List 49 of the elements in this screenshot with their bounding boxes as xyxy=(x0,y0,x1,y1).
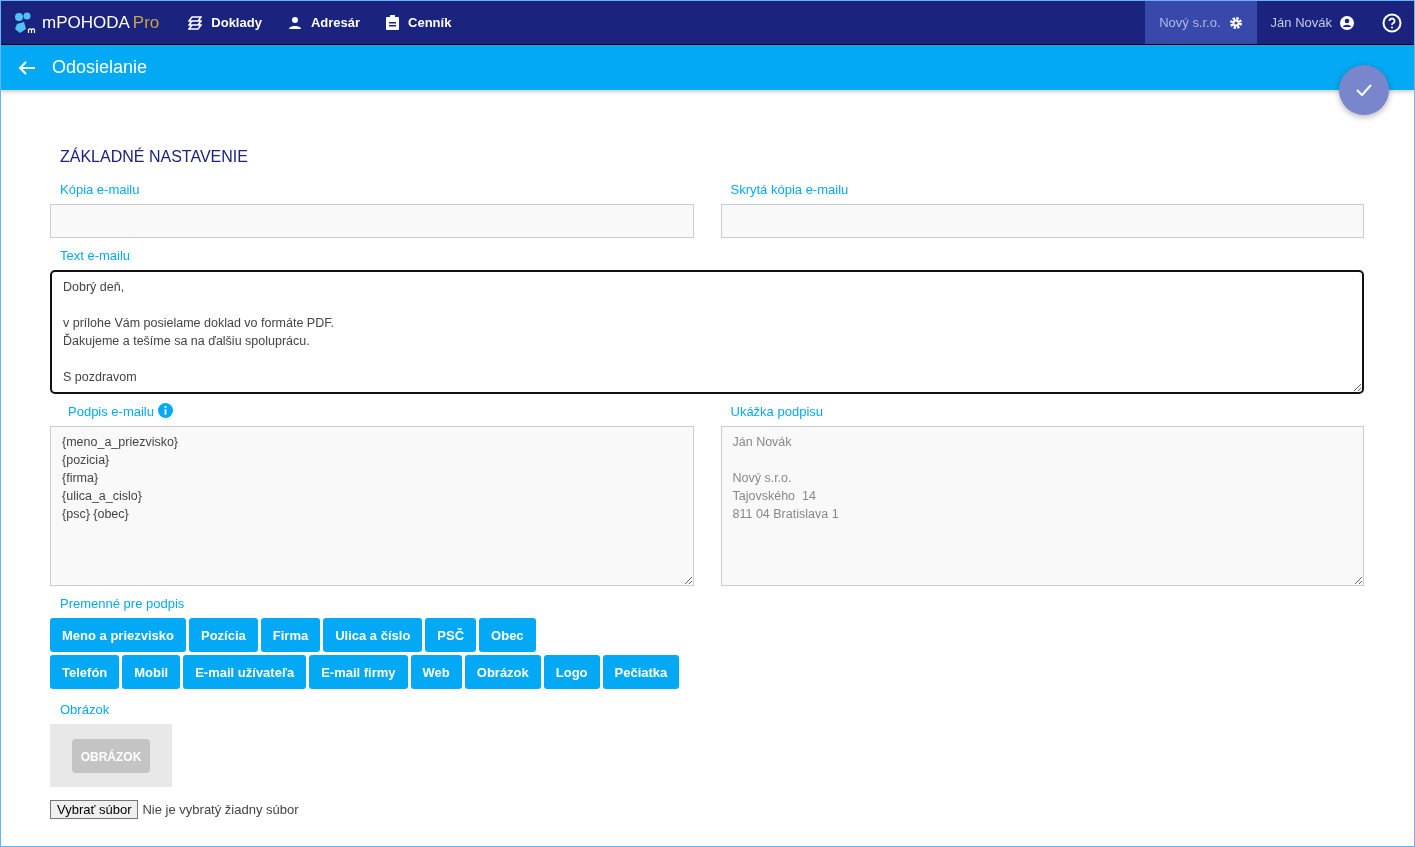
user-button[interactable]: Ján Novák xyxy=(1256,15,1368,30)
stacked-layers-icon xyxy=(188,15,203,30)
checkmark-icon xyxy=(1355,83,1373,97)
logo-icon xyxy=(14,11,36,34)
help-icon[interactable] xyxy=(1382,12,1402,33)
back-arrow-icon[interactable] xyxy=(18,59,36,76)
settings-icon xyxy=(1228,15,1243,30)
field-label: Skrytá kópia e-mailu xyxy=(730,182,849,197)
person-icon xyxy=(287,15,302,30)
email-text-area[interactable]: Dobrý deň, v prílohe Vám posielame doklad vo formáte PDF. Ďakujeme a tešíme sa na ďalšiu spoluprácu. S pozdravom xyxy=(50,270,1364,394)
signature-preview-area[interactable]: Ján Novák Nový s.r.o. Tajovského 14 811 04 Bratislava 1 xyxy=(720,426,1364,586)
app-name: mPOHODA xyxy=(42,12,130,33)
field-label: Text e-mailu xyxy=(60,248,131,263)
app-edition: Pro xyxy=(132,12,160,33)
choose-file-button[interactable]: Vybrať súbor xyxy=(50,800,139,819)
confirm-button[interactable] xyxy=(1339,65,1389,115)
variable-button[interactable]: Firma xyxy=(260,618,321,652)
file-status: Nie je vybratý žiadny súbor xyxy=(142,802,299,817)
placeholder-text: OBRÁZOK xyxy=(80,749,142,764)
account-icon xyxy=(1340,15,1354,30)
clipboard-icon xyxy=(386,15,400,30)
variable-button[interactable]: Obec xyxy=(479,618,536,652)
field-label: Podpis e-mailu xyxy=(68,404,154,419)
variable-button[interactable]: Telefón xyxy=(50,655,120,689)
variable-button[interactable]: Pozícia xyxy=(189,618,258,652)
field-label: Kópia e-mailu xyxy=(60,182,140,197)
field-label: Obrázok xyxy=(60,702,110,717)
info-icon[interactable] xyxy=(158,402,173,418)
variable-button[interactable]: Meno a priezvisko xyxy=(50,618,186,652)
signature-text-area[interactable]: {meno_a_priezvisko} {pozicia} {firma} {ulica_a_cislo} {psc} {obec} xyxy=(50,426,694,586)
input-field[interactable] xyxy=(720,204,1364,238)
nav-link[interactable]: Adresár xyxy=(274,15,374,30)
field-label: Ukážka podpisu xyxy=(730,404,823,419)
variable-button[interactable]: E-mail užívateľa xyxy=(183,655,307,689)
variable-button[interactable]: Logo xyxy=(543,655,600,689)
variable-button[interactable]: Pečiatka xyxy=(602,655,680,689)
page-title: Odosielanie xyxy=(52,57,148,78)
variable-button[interactable]: Ulica a číslo xyxy=(323,618,423,652)
nav-link[interactable]: Doklady xyxy=(175,15,275,30)
section-title: ZÁKLADNÉ NASTAVENIE xyxy=(60,148,249,167)
nav-link[interactable]: Cenník xyxy=(373,15,465,30)
variable-button[interactable]: Mobil xyxy=(122,655,181,689)
variable-button[interactable]: E-mail firmy xyxy=(309,655,408,689)
input-field[interactable] xyxy=(50,204,694,238)
variable-button[interactable]: Web xyxy=(410,655,462,689)
variable-button[interactable]: PSČ xyxy=(425,618,477,652)
field-label: Premenné pre podpis xyxy=(60,596,185,611)
company-button[interactable]: Nový s.r.o. xyxy=(1145,1,1257,44)
variable-button[interactable]: Obrázok xyxy=(464,655,541,689)
